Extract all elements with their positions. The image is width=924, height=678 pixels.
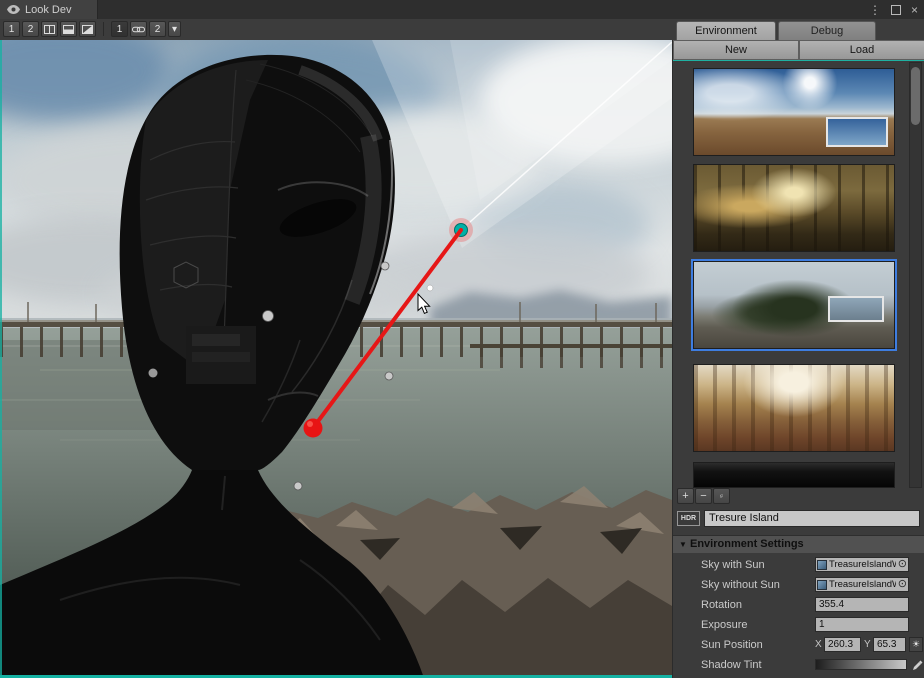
eyedropper-icon[interactable] <box>911 658 924 671</box>
exposure-field[interactable]: 1 <box>815 617 909 632</box>
hdri-thumbnail-desert-sky[interactable] <box>693 68 895 156</box>
environment-2-button[interactable]: 2 <box>149 21 166 37</box>
view-single-1-button[interactable]: 1 <box>3 21 20 37</box>
shadow-tint-swatch[interactable] <box>815 659 907 670</box>
thumbnail-inset-image <box>826 117 888 147</box>
sky-with-sun-value: TreasureIslandWh <box>829 559 896 570</box>
sky-without-sun-field[interactable]: TreasureIslandWh ⊙ <box>815 577 909 592</box>
split-horizontal-icon <box>63 25 74 34</box>
setting-row-exposure: Exposure 1 <box>673 615 924 635</box>
new-button[interactable]: New <box>673 40 799 60</box>
sun-gizmo-handle[interactable] <box>304 419 323 438</box>
maximize-icon[interactable] <box>891 5 901 15</box>
view-split-horizontal-button[interactable] <box>60 21 77 37</box>
texture-icon <box>817 560 827 570</box>
setting-row-rotation: Rotation 355.4 <box>673 595 924 615</box>
view-toolbar-group: 1 2 1 <box>3 21 181 37</box>
viewport-left-accent <box>0 40 2 678</box>
viewport[interactable] <box>0 40 672 678</box>
sun-x-axis-label: X <box>815 635 822 655</box>
object-picker-icon[interactable]: ⊙ <box>898 578 907 591</box>
foldout-icon[interactable]: ▼ <box>679 536 687 553</box>
hdri-thumbnail-forest[interactable] <box>693 164 895 252</box>
hdr-badge: HDR <box>677 511 700 526</box>
sun-y-field[interactable]: 65.3 <box>873 637 906 652</box>
hdri-thumbnail-treasure-island[interactable] <box>693 261 895 349</box>
separator-midpoint-dot[interactable] <box>427 285 433 291</box>
eye-icon <box>7 5 20 14</box>
setting-row-sky-with-sun: Sky with Sun TreasureIslandWh ⊙ <box>673 555 924 575</box>
window-controls: ⋮ × <box>869 0 918 19</box>
tab-debug[interactable]: Debug <box>778 21 876 40</box>
add-environment-button[interactable]: + <box>677 488 694 504</box>
sun-position-label: Sun Position <box>701 635 763 655</box>
setting-row-shadow-tint: Shadow Tint <box>673 655 924 675</box>
exposure-label: Exposure <box>701 615 747 635</box>
environment-settings-header[interactable]: ▼ Environment Settings <box>673 535 924 553</box>
tab-environment[interactable]: Environment <box>676 21 776 40</box>
window-tab[interactable]: Look Dev <box>0 0 98 19</box>
window-menu-icon[interactable]: ⋮ <box>869 3 881 17</box>
split-diagonal-icon <box>82 25 93 34</box>
sky-with-sun-field[interactable]: TreasureIslandWh ⊙ <box>815 557 909 572</box>
hdri-thumbnail-church-interior[interactable] <box>693 364 895 452</box>
window-title: Look Dev <box>25 4 71 16</box>
environment-name-field[interactable]: Tresure Island <box>704 510 920 527</box>
link-icon <box>132 25 145 34</box>
environment-panel: New Load + − HDR Tresure Island <box>672 40 924 678</box>
view-options-dropdown[interactable]: ▾ <box>168 21 181 37</box>
close-icon[interactable]: × <box>911 3 918 17</box>
toolbar-divider <box>103 22 104 36</box>
sky-without-sun-value: TreasureIslandWh <box>829 579 896 590</box>
side-by-side-icon <box>44 25 55 34</box>
title-bar: Look Dev ⋮ × <box>0 0 924 20</box>
setting-row-sun-position: Sun Position X 260.3 Y 65.3 ☀ <box>673 635 924 655</box>
view-side-by-side-button[interactable] <box>41 21 58 37</box>
view-single-2-button[interactable]: 2 <box>22 21 39 37</box>
settings-header-label: Environment Settings <box>690 536 804 553</box>
duplicate-icon <box>720 491 723 501</box>
rotation-label: Rotation <box>701 595 742 615</box>
viewport-scene <box>0 40 672 678</box>
remove-environment-button[interactable]: − <box>695 488 712 504</box>
sun-icon[interactable]: ☀ <box>909 637 923 652</box>
panel-accent-line <box>673 60 924 61</box>
sun-x-field[interactable]: 260.3 <box>824 637 861 652</box>
shadow-tint-label: Shadow Tint <box>701 655 762 675</box>
object-picker-icon[interactable]: ⊙ <box>898 558 907 571</box>
thumbnail-scrollbar[interactable] <box>909 62 922 488</box>
sky-without-sun-label: Sky without Sun <box>701 575 780 595</box>
load-button[interactable]: Load <box>799 40 924 60</box>
scrollbar-thumb[interactable] <box>911 67 920 125</box>
sky-with-sun-label: Sky with Sun <box>701 555 765 575</box>
link-environments-button[interactable] <box>130 21 147 37</box>
rotation-field[interactable]: 355.4 <box>815 597 909 612</box>
duplicate-environment-button[interactable] <box>713 488 730 504</box>
texture-icon <box>817 580 827 590</box>
sun-y-axis-label: Y <box>864 635 871 655</box>
setting-row-sky-without-sun: Sky without Sun TreasureIslandWh ⊙ <box>673 575 924 595</box>
hdri-thumbnail-dark[interactable] <box>693 462 895 488</box>
environment-1-button[interactable]: 1 <box>111 21 128 37</box>
lookdev-window: Look Dev ⋮ × 1 2 <box>0 0 924 678</box>
thumbnail-inset-image <box>828 296 884 322</box>
view-split-diagonal-button[interactable] <box>79 21 96 37</box>
